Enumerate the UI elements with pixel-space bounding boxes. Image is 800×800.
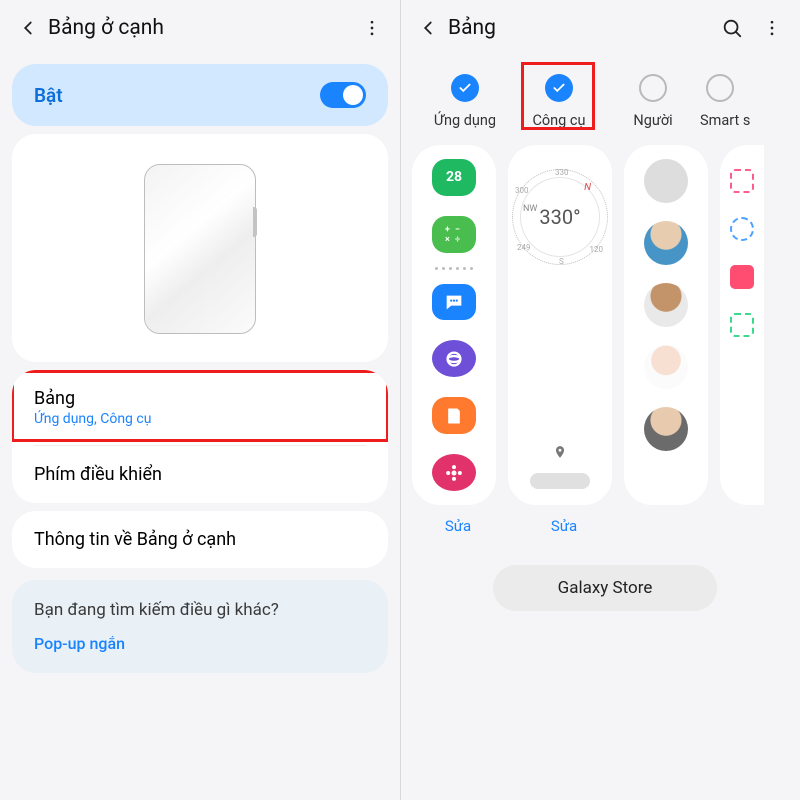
option-about-title: Thông tin về Bảng ở cạnh	[34, 529, 366, 550]
calculator-app-icon: +−× ÷	[432, 216, 476, 253]
chevron-left-icon	[417, 17, 439, 39]
option-about[interactable]: Thông tin về Bảng ở cạnh	[12, 511, 388, 568]
location-pin-icon	[553, 445, 567, 463]
unchecked-circle-icon	[706, 74, 734, 102]
master-toggle-card[interactable]: Bật	[12, 64, 388, 126]
svg-text:÷: ÷	[455, 235, 460, 245]
page-title: Bảng ở cạnh	[48, 16, 352, 40]
pin-select-icon	[730, 313, 754, 337]
galaxy-store-button[interactable]: Galaxy Store	[493, 565, 717, 611]
phone-outline-icon	[144, 164, 256, 334]
messages-app-icon	[432, 284, 476, 321]
unchecked-circle-icon	[639, 74, 667, 102]
chevron-left-icon	[17, 17, 39, 39]
check-circle-icon	[451, 74, 479, 102]
panels-selection-screen: Bảng Ứng dụng Công	[400, 0, 800, 800]
category-people[interactable]: Người	[606, 74, 700, 129]
location-area	[514, 445, 606, 495]
contact-avatar	[644, 159, 688, 203]
contact-avatar	[644, 345, 688, 389]
rectangle-select-icon	[730, 169, 754, 193]
toggle-knob	[343, 85, 363, 105]
panel-preview-tools[interactable]: NW N 330 300 249 S 120 330°	[508, 145, 612, 505]
panel-preview-people[interactable]	[624, 145, 708, 505]
back-button[interactable]	[8, 8, 48, 48]
search-icon	[721, 17, 743, 39]
panel-preview-smartselect[interactable]	[720, 145, 764, 505]
toggle-switch-on[interactable]	[320, 82, 366, 108]
option-handle-title: Phím điều khiển	[34, 464, 366, 485]
more-button[interactable]	[352, 8, 392, 48]
suggestion-link[interactable]: Pop-up ngắn	[34, 634, 366, 653]
option-panels-subtitle: Ứng dụng, Công cụ	[34, 411, 366, 427]
option-handle[interactable]: Phím điều khiển	[12, 446, 388, 503]
preview-card	[12, 134, 388, 362]
svg-text:×: ×	[445, 235, 450, 245]
category-smart-select[interactable]: Smart s	[700, 74, 740, 129]
compass-widget: NW N 330 300 249 S 120 330°	[512, 169, 608, 265]
gif-select-icon	[730, 265, 754, 289]
gallery-app-icon	[432, 454, 476, 491]
category-apps[interactable]: Ứng dụng	[418, 74, 512, 129]
panels-body: Ứng dụng Công cụ Người Smart s	[400, 56, 800, 611]
device-preview	[12, 134, 388, 362]
back-button[interactable]	[408, 8, 448, 48]
internet-app-icon	[432, 340, 476, 377]
page-title: Bảng	[448, 16, 712, 40]
contact-avatar	[644, 283, 688, 327]
search-button[interactable]	[712, 8, 752, 48]
pane-divider	[400, 0, 401, 800]
calendar-app-icon: 28	[432, 159, 476, 196]
edit-row: Sửa Sửa	[412, 505, 798, 535]
option-panels-title: Bảng	[34, 388, 366, 409]
check-circle-icon	[545, 74, 573, 102]
more-vertical-icon	[362, 18, 382, 38]
category-row: Ứng dụng Công cụ Người Smart s	[412, 60, 798, 139]
edit-link-tools[interactable]: Sửa	[512, 517, 616, 535]
more-button[interactable]	[752, 8, 792, 48]
more-vertical-icon	[762, 18, 782, 38]
about-card: Thông tin về Bảng ở cạnh	[12, 511, 388, 568]
header: Bảng ở cạnh	[0, 0, 400, 56]
notes-app-icon	[432, 397, 476, 434]
category-tools[interactable]: Công cụ	[512, 74, 606, 129]
edit-link-apps[interactable]: Sửa	[416, 517, 500, 535]
svg-text:+: +	[445, 225, 450, 235]
divider-dots	[435, 265, 473, 272]
suggestion-card: Bạn đang tìm kiếm điều gì khác? Pop-up n…	[12, 580, 388, 673]
handle-indicator	[530, 473, 590, 489]
header: Bảng	[400, 0, 800, 56]
contact-avatar	[644, 221, 688, 265]
panel-strip[interactable]: 28 +−× ÷	[412, 139, 798, 505]
svg-text:−: −	[455, 225, 460, 235]
panel-preview-apps[interactable]: 28 +−× ÷	[412, 145, 496, 505]
settings-edge-panel-screen: Bảng ở cạnh Bật Bảng Ứng dụng, Công cụ P…	[0, 0, 400, 800]
contact-avatar	[644, 407, 688, 451]
suggestion-question: Bạn đang tìm kiếm điều gì khác?	[34, 600, 366, 620]
options-card: Bảng Ứng dụng, Công cụ Phím điều khiển	[12, 370, 388, 503]
oval-select-icon	[730, 217, 754, 241]
toggle-label: Bật	[34, 84, 63, 107]
option-panels[interactable]: Bảng Ứng dụng, Công cụ	[12, 370, 388, 445]
